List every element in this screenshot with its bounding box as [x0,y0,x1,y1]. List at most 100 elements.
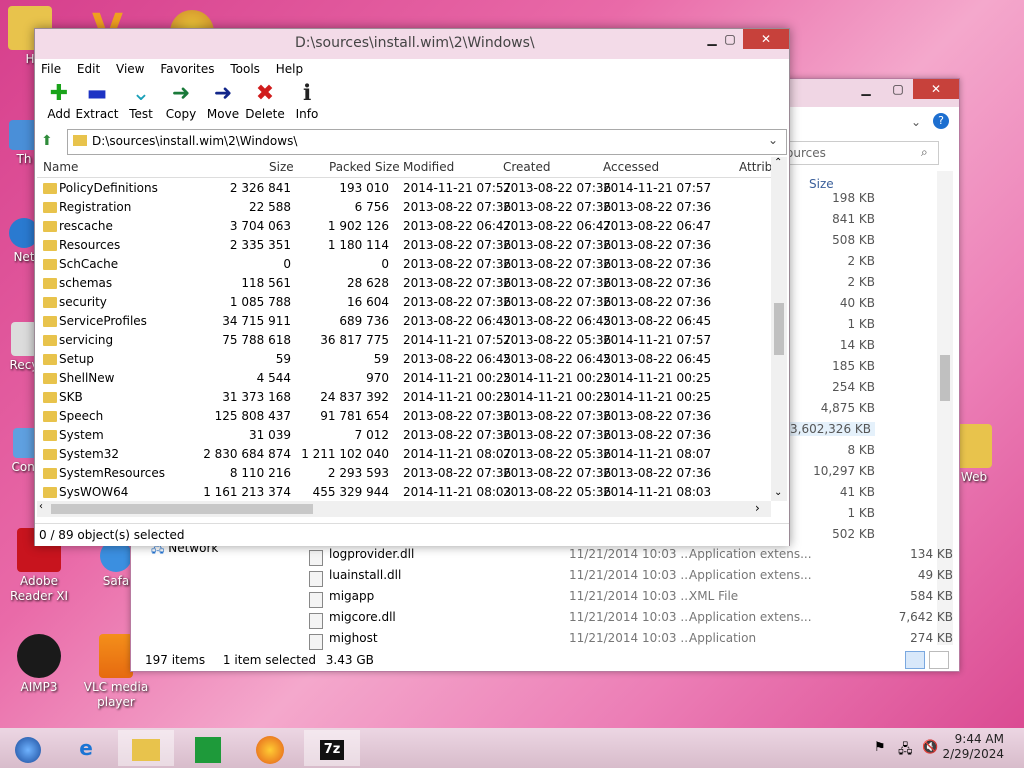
table-row[interactable]: security 1 085 788 16 604 2013-08-22 07:36 2… [37,293,771,312]
file-name: migcore.dll [329,610,396,624]
file-icon [309,571,323,587]
menu-edit[interactable]: Edit [71,59,106,79]
address-bar[interactable]: D:\sources\install.wim\2\Windows\ ⌄ [67,129,787,155]
menu-favorites[interactable]: Favorites [154,59,220,79]
extract-icon: ▬ [86,81,108,106]
scroll-thumb[interactable] [774,303,784,355]
folder-icon [43,183,57,194]
table-row[interactable]: SysWOW64 1 161 213 374 455 329 944 2014-11-… [37,483,771,501]
taskbar-explorer[interactable] [118,730,174,766]
col-modified[interactable]: Modified [403,160,454,174]
table-row[interactable]: servicing 75 788 618 36 817 775 2014-11-21 … [37,331,771,350]
cell-modified: 2014-11-21 00:25 [403,390,512,404]
clock[interactable]: 9:44 AM 2/29/2024 [942,732,1004,762]
table-row[interactable]: Setup 59 59 2013-08-22 06:45 2013-08-22 06:4… [37,350,771,369]
minimize-icon[interactable]: ▁ [851,79,881,99]
table-row[interactable]: schemas 118 561 28 628 2013-08-22 07:36 2013… [37,274,771,293]
network-tray-icon[interactable]: 🖧 [898,740,913,762]
list-item[interactable]: migapp 11/21/2014 10:03 ... XML File 584 KB [309,589,953,609]
cell-created: 2013-08-22 07:36 [503,200,612,214]
menu-tools[interactable]: Tools [224,59,266,79]
col-created[interactable]: Created [503,160,551,174]
table-row[interactable]: SchCache 0 0 2013-08-22 07:36 2013-08-22 07:… [37,255,771,274]
maximize-icon[interactable]: ▢ [883,79,913,99]
folder-icon [43,373,57,384]
file-icon [309,634,323,650]
scroll-left-icon[interactable]: ‹ [39,501,43,512]
col-name[interactable]: Name [43,160,78,174]
cell-modified: 2013-08-22 06:47 [403,219,512,233]
table-row[interactable]: SystemResources 8 110 216 2 293 593 2013-08… [37,464,771,483]
details-view-icon[interactable] [905,651,925,669]
table-row[interactable]: ShellNew 4 544 970 2014-11-21 00:25 2014-11-… [37,369,771,388]
cell-packed-size: 24 837 392 [320,390,389,404]
col-accessed[interactable]: Accessed [603,160,659,174]
file-type: Application extens... [689,610,812,624]
scroll-right-icon[interactable]: › [755,501,760,515]
table-row[interactable]: System32 2 830 684 874 1 211 102 040 2014-1… [37,445,771,464]
table-row[interactable]: Registration 22 588 6 756 2013-08-22 07:36 2… [37,198,771,217]
chevron-down-icon[interactable]: ⌄ [911,115,921,129]
toolbar-label: Delete [245,107,285,121]
table-row[interactable]: ServiceProfiles 34 715 911 689 736 2013-08-… [37,312,771,331]
cell-modified: 2013-08-22 07:36 [403,238,512,252]
extract-button[interactable]: ▬ Extract [73,81,121,121]
delete-button[interactable]: ✖ Delete [241,81,289,121]
folder-icon [43,468,57,479]
cell-packed-size: 16 604 [347,295,389,309]
menu-help[interactable]: Help [270,59,309,79]
list-item[interactable]: luainstall.dll 11/21/2014 10:03 ... Applic… [309,568,953,588]
vertical-scrollbar[interactable]: ⌃ ⌄ [771,157,787,501]
file-type: XML File [689,589,739,603]
maximize-icon[interactable]: ▢ [715,29,745,49]
cell-size: 0 [283,257,291,271]
menu-file[interactable]: File [35,59,67,79]
col-packed-size[interactable]: Packed Size [329,160,400,174]
flag-icon[interactable]: ⚑ [874,740,886,755]
start-button[interactable] [0,730,56,766]
col-attrib[interactable]: Attrib [739,160,771,174]
cell-packed-size: 91 781 654 [320,409,389,423]
taskbar-ie[interactable]: e [58,730,114,766]
scroll-down-icon[interactable]: ⌄ [774,487,782,498]
up-folder-icon[interactable]: ⬆ [41,133,57,149]
volume-muted-icon[interactable]: 🔇 [922,740,938,755]
list-item[interactable]: mighost 11/21/2014 10:03 ... Application 27… [309,631,953,651]
size-column-header[interactable]: Size [809,177,834,191]
tiles-view-icon[interactable] [929,651,949,669]
table-row[interactable]: SKB 31 373 168 24 837 392 2014-11-21 00:25 2… [37,388,771,407]
info-button[interactable]: ℹ Info [283,81,331,121]
menu-view[interactable]: View [110,59,150,79]
table-row[interactable]: Speech 125 808 437 91 781 654 2013-08-22 07… [37,407,771,426]
cell-packed-size: 0 [381,257,389,271]
list-item[interactable]: logprovider.dll 11/21/2014 10:03 ... Appli… [309,547,953,567]
chevron-down-icon[interactable]: ⌄ [768,133,778,147]
table-row[interactable]: System 31 039 7 012 2013-08-22 07:36 2013-08… [37,426,771,445]
search-input[interactable]: ources [781,141,939,165]
scroll-thumb[interactable] [51,504,313,514]
taskbar-7zip[interactable]: 7z [304,730,360,766]
scroll-thumb[interactable] [940,355,950,401]
taskbar-firefox[interactable] [242,730,298,766]
horizontal-scrollbar[interactable]: ‹ › [37,501,771,517]
help-icon[interactable]: ? [933,113,949,129]
table-row[interactable]: PolicyDefinitions 2 326 841 193 010 2014-11… [37,179,771,198]
col-size[interactable]: Size [269,160,294,174]
scroll-up-icon[interactable]: ⌃ [774,157,782,168]
copy-button[interactable]: ➜ Copy [157,81,205,121]
search-icon[interactable]: ⌕ [921,145,928,160]
table-row[interactable]: rescache 3 704 063 1 902 126 2013-08-22 06:… [37,217,771,236]
cell-accessed: 2013-08-22 07:36 [603,409,712,423]
close-icon[interactable]: ✕ [743,29,789,49]
desktop-icon-aimp[interactable]: AIMP3 [0,634,81,695]
taskbar-store[interactable] [180,730,236,766]
close-icon[interactable]: ✕ [913,79,959,99]
file-size: 49 KB [917,568,953,582]
file-type: Application extens... [689,547,812,561]
list-item[interactable]: migcore.dll 11/21/2014 10:03 ... Applicati… [309,610,953,630]
cell-accessed: 2013-08-22 07:36 [603,295,712,309]
move-button[interactable]: ➜ Move [199,81,247,121]
cell-modified: 2014-11-21 07:57 [403,181,512,195]
table-row[interactable]: Resources 2 335 351 1 180 114 2013-08-22 07… [37,236,771,255]
file-explorer-icon [132,738,160,761]
